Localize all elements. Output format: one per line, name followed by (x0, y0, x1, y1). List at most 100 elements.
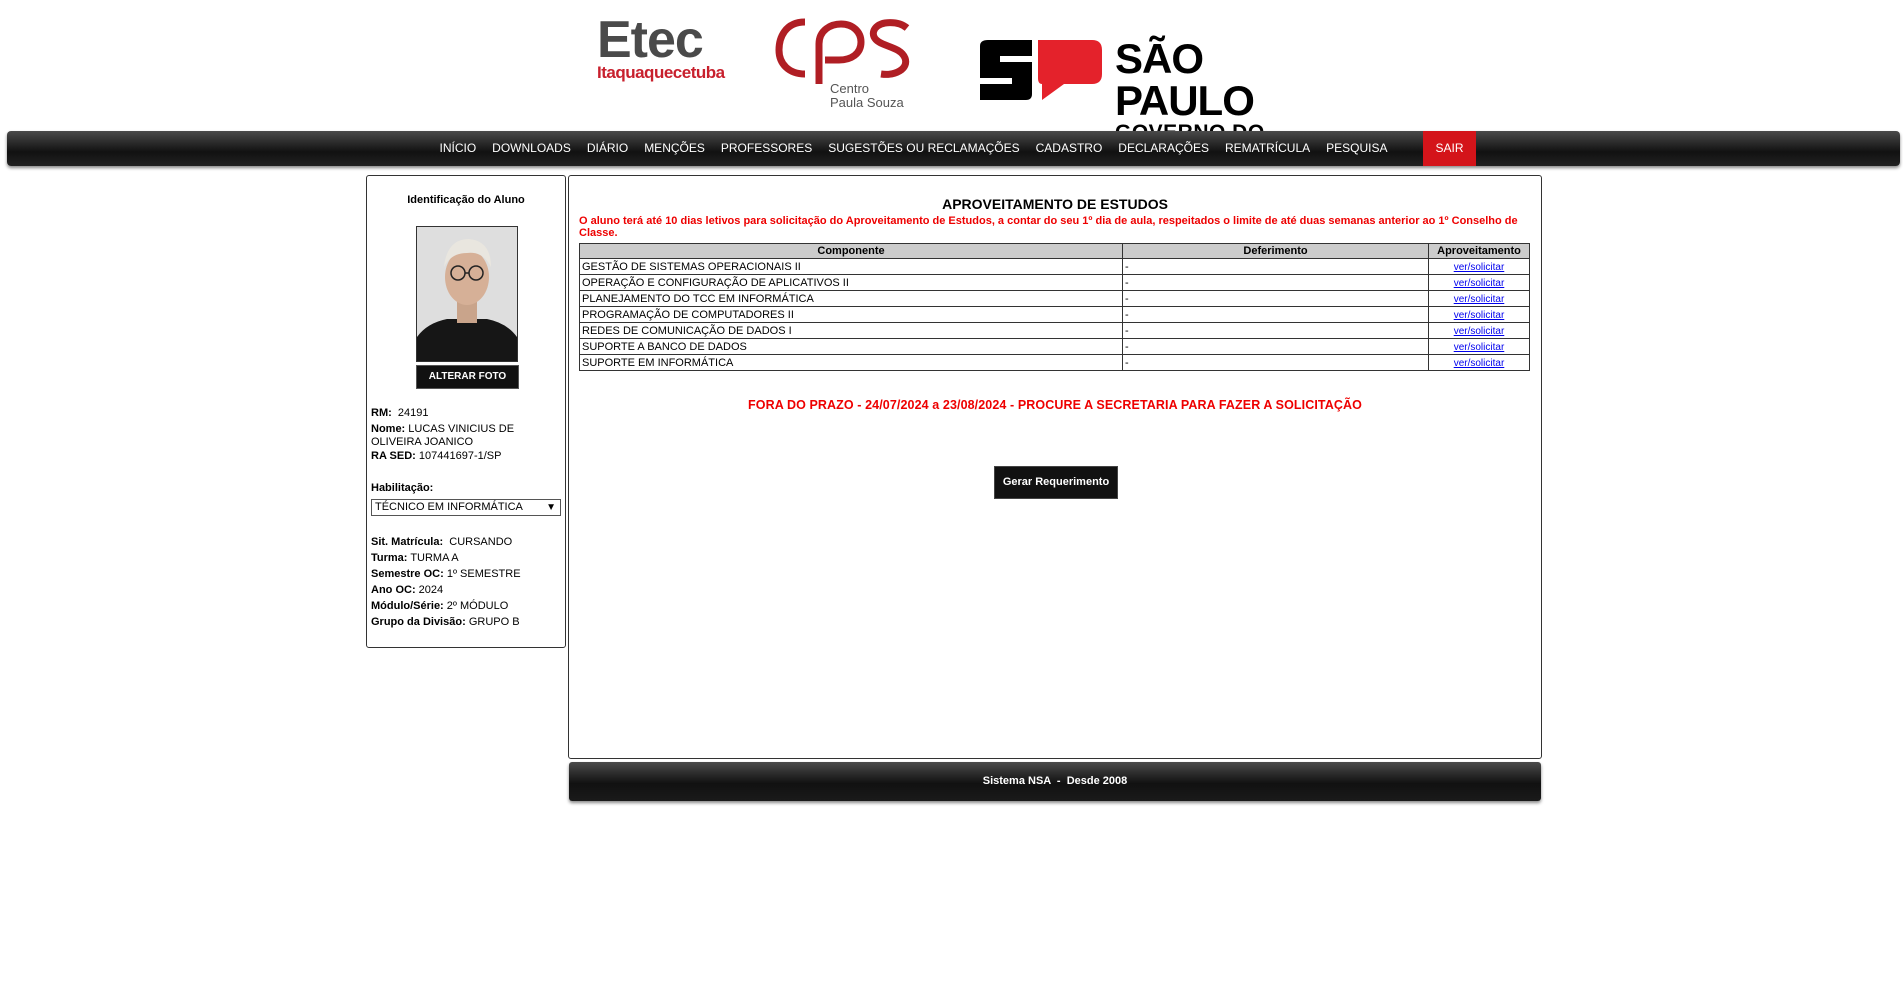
logout-button[interactable]: SAIR (1423, 131, 1476, 166)
footer: Sistema NSA - Desde 2008 (569, 762, 1541, 801)
habilitacao-select-value: TÉCNICO EM INFORMÁTICA (375, 501, 523, 513)
componente-cell: SUPORTE A BANCO DE DADOS (579, 338, 1123, 355)
name-label: Nome: (371, 423, 406, 435)
cps-logo: Centro Paula Souza (775, 14, 915, 114)
habilitacao-select[interactable]: TÉCNICO EM INFORMÁTICA ▼ (371, 499, 561, 516)
ver-solicitar-link[interactable]: ver/solicitar (1454, 278, 1505, 289)
student-panel: Identificação do Aluno ALTERAR FOTO RM: … (366, 175, 566, 648)
ver-solicitar-link[interactable]: ver/solicitar (1454, 326, 1505, 337)
cps-logo-text: Centro Paula Souza (830, 82, 904, 110)
table-row: GESTÃO DE SISTEMAS OPERACIONAIS II - ver… (579, 258, 1530, 275)
sit-value: CURSANDO (449, 536, 513, 548)
table-row: PLANEJAMENTO DO TCC EM INFORMÁTICA - ver… (579, 290, 1530, 307)
nav-declaracoes[interactable]: DECLARAÇÕES (1110, 131, 1217, 166)
ver-solicitar-link[interactable]: ver/solicitar (1454, 294, 1505, 305)
rm-row: RM: 24191 (371, 407, 561, 420)
aproveitamento-cell: ver/solicitar (1428, 274, 1530, 291)
semestre-label: Semestre OC: (371, 568, 444, 580)
ra-label: RA SED: (371, 450, 416, 462)
componente-cell: REDES DE COMUNICAÇÃO DE DADOS I (579, 322, 1123, 339)
componente-cell: SUPORTE EM INFORMÁTICA (579, 354, 1123, 371)
student-photo-image (417, 227, 517, 361)
aproveitamento-cell: ver/solicitar (1428, 322, 1530, 339)
ver-solicitar-link[interactable]: ver/solicitar (1454, 342, 1505, 353)
nav-pesquisa[interactable]: PESQUISA (1318, 131, 1395, 166)
table-row: PROGRAMAÇÃO DE COMPUTADORES II - ver/sol… (579, 306, 1530, 323)
nav-diario[interactable]: DIÁRIO (579, 131, 636, 166)
grupo-label: Grupo da Divisão: (371, 616, 466, 628)
hab-row: Habilitação: (371, 482, 561, 495)
sp-government-logo: SÃO PAULO GOVERNO DO ESTADO (980, 38, 1350, 166)
ver-solicitar-link[interactable]: ver/solicitar (1454, 262, 1505, 273)
page-title: APROVEITAMENTO DE ESTUDOS (942, 196, 1168, 212)
header-logos: Etec Itaquaquecetuba Centro Paula Souza … (0, 0, 1903, 166)
student-panel-title: Identificação do Aluno (407, 194, 525, 206)
deferimento-cell: - (1122, 274, 1429, 291)
modulo-row: Módulo/Série: 2º MÓDULO (371, 600, 561, 613)
etec-logo: Etec Itaquaquecetuba (597, 11, 725, 82)
nav-rematricula[interactable]: REMATRÍCULA (1217, 131, 1318, 166)
name-row: Nome: LUCAS VINICIUS DE OLIVEIRA JOANICO (371, 423, 561, 449)
rm-label: RM: (371, 407, 392, 419)
table-row: REDES DE COMUNICAÇÃO DE DADOS I - ver/so… (579, 322, 1530, 339)
turma-row: Turma: TURMA A (371, 552, 561, 565)
column-header-aproveitamento: Aproveitamento (1428, 243, 1530, 259)
modulo-value: 2º MÓDULO (446, 600, 509, 612)
componente-cell: PROGRAMAÇÃO DE COMPUTADORES II (579, 306, 1123, 323)
hab-label: Habilitação: (371, 482, 434, 494)
table-row: SUPORTE A BANCO DE DADOS - ver/solicitar (579, 338, 1530, 355)
deferimento-cell: - (1122, 290, 1429, 307)
sp-logo-title: SÃO PAULO (1115, 35, 1255, 124)
grupo-row: Grupo da Divisão: GRUPO B (371, 616, 561, 629)
aproveitamento-cell: ver/solicitar (1428, 306, 1530, 323)
generate-request-button[interactable]: Gerar Requerimento (994, 466, 1118, 499)
deferimento-cell: - (1122, 306, 1429, 323)
footer-text: Sistema NSA - Desde 2008 (982, 775, 1128, 787)
turma-label: Turma: (371, 552, 408, 564)
column-header-deferimento: Deferimento (1122, 243, 1429, 259)
aproveitamento-cell: ver/solicitar (1428, 338, 1530, 355)
table-row: OPERAÇÃO E CONFIGURAÇÃO DE APLICATIVOS I… (579, 274, 1530, 291)
ra-row: RA SED: 107441697-1/SP (371, 450, 561, 463)
componente-cell: OPERAÇÃO E CONFIGURAÇÃO DE APLICATIVOS I… (579, 274, 1123, 291)
table-header-row: Componente Deferimento Aproveitamento (579, 243, 1530, 259)
nav-cadastro[interactable]: CADASTRO (1028, 131, 1111, 166)
semestre-value: 1º SEMESTRE (446, 568, 521, 580)
main-panel: APROVEITAMENTO DE ESTUDOS O aluno terá a… (568, 175, 1542, 759)
components-table: Componente Deferimento Aproveitamento GE… (579, 243, 1530, 371)
sit-label: Sit. Matrícula: (371, 536, 444, 548)
ver-solicitar-link[interactable]: ver/solicitar (1454, 310, 1505, 321)
nav-mencoes[interactable]: MENÇÕES (636, 131, 713, 166)
main-nav: INÍCIO DOWNLOADS DIÁRIO MENÇÕES PROFESSO… (7, 131, 1900, 166)
nav-inicio[interactable]: INÍCIO (431, 131, 484, 166)
nav-downloads[interactable]: DOWNLOADS (484, 131, 579, 166)
aproveitamento-cell: ver/solicitar (1428, 354, 1530, 371)
deferimento-cell: - (1122, 258, 1429, 275)
aproveitamento-cell: ver/solicitar (1428, 290, 1530, 307)
deferimento-cell: - (1122, 354, 1429, 371)
ano-row: Ano OC: 2024 (371, 584, 561, 597)
turma-value: TURMA A (410, 552, 459, 564)
cps-logo-line2: Paula Souza (830, 95, 904, 110)
modulo-label: Módulo/Série: (371, 600, 444, 612)
nav-items: INÍCIO DOWNLOADS DIÁRIO MENÇÕES PROFESSO… (7, 131, 1900, 166)
change-photo-button[interactable]: ALTERAR FOTO (416, 365, 519, 389)
deferimento-cell: - (1122, 338, 1429, 355)
ver-solicitar-link[interactable]: ver/solicitar (1454, 358, 1505, 369)
componente-cell: PLANEJAMENTO DO TCC EM INFORMÁTICA (579, 290, 1123, 307)
sp-logo-mark (980, 40, 1102, 100)
semestre-row: Semestre OC: 1º SEMESTRE (371, 568, 561, 581)
nav-sugestoes[interactable]: SUGESTÕES OU RECLAMAÇÕES (820, 131, 1027, 166)
ra-value: 107441697-1/SP (418, 450, 502, 462)
componente-cell: GESTÃO DE SISTEMAS OPERACIONAIS II (579, 258, 1123, 275)
cps-logo-mark (775, 18, 910, 110)
aproveitamento-cell: ver/solicitar (1428, 258, 1530, 275)
etec-logo-title: Etec (597, 11, 704, 69)
column-header-componente: Componente (579, 243, 1123, 259)
nav-professores[interactable]: PROFESSORES (713, 131, 820, 166)
out-of-deadline-message: FORA DO PRAZO - 24/07/2024 a 23/08/2024 … (748, 398, 1362, 412)
deferimento-cell: - (1122, 322, 1429, 339)
etec-logo-subtitle: Itaquaquecetuba (597, 63, 725, 82)
student-photo (416, 226, 518, 362)
grupo-value: GRUPO B (468, 616, 520, 628)
